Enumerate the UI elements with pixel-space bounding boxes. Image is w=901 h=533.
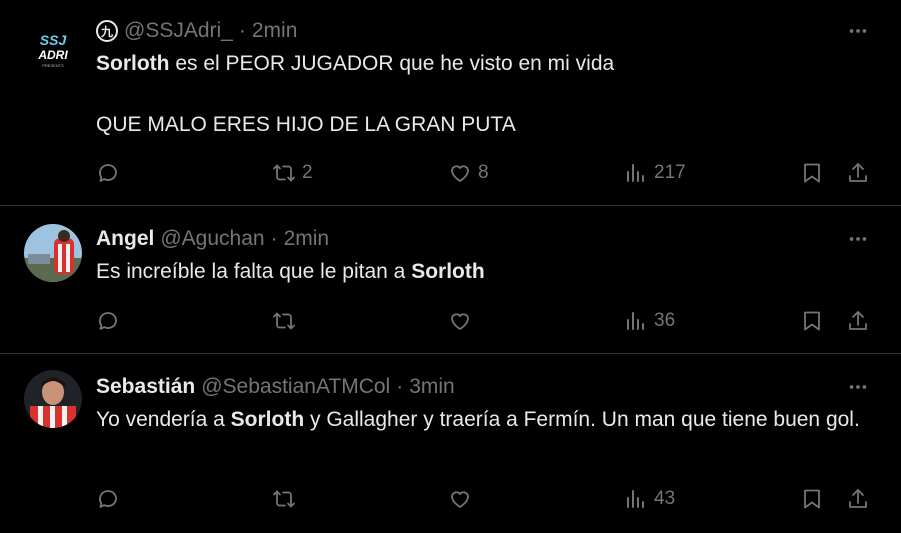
separator: ·	[270, 227, 278, 250]
bookmark-button[interactable]	[800, 484, 824, 514]
tweet-text-segment: y Gallagher y traería a Fermín. Un man q…	[304, 408, 860, 431]
heart-icon	[448, 161, 472, 185]
reply-icon	[96, 161, 120, 185]
retweet-icon	[272, 309, 296, 333]
tweet-actions: 2 8 217	[96, 158, 876, 188]
more-icon[interactable]	[845, 374, 871, 400]
avatar[interactable]: SSJ ADRI PRESENTS	[24, 22, 82, 80]
tweet-text: Es increíble la falta que le pitan a Sor…	[96, 256, 879, 287]
views-icon	[624, 309, 648, 333]
tweet-header: 九 @SSJAdri_ · 2min	[96, 18, 841, 44]
views-count: 43	[654, 488, 676, 509]
share-button[interactable]	[846, 484, 870, 514]
tweet[interactable]: Angel @Aguchan · 2min Es increíble la fa…	[0, 206, 901, 354]
views-icon	[624, 161, 648, 185]
separator: ·	[396, 375, 404, 398]
mention-text: Sorloth	[411, 260, 485, 283]
separator: ·	[238, 19, 246, 42]
retweet-icon	[272, 487, 296, 511]
retweet-button[interactable]: 2	[272, 158, 313, 188]
tweet-header: Sebastián @SebastianATMCol · 3min	[96, 374, 841, 400]
views-button[interactable]: 43	[624, 484, 675, 514]
tweet-text-segment: Yo vendería a	[96, 408, 231, 431]
heart-icon	[448, 309, 472, 333]
bookmark-icon	[800, 487, 824, 511]
user-handle[interactable]: @SSJAdri_	[124, 19, 233, 43]
user-handle[interactable]: @SebastianATMCol	[201, 375, 390, 399]
avatar[interactable]	[24, 370, 82, 428]
display-name[interactable]: Sebastián	[96, 375, 195, 399]
bookmark-icon	[800, 309, 824, 333]
avatar-photo	[24, 224, 82, 282]
share-icon	[846, 309, 870, 333]
share-icon	[846, 487, 870, 511]
bookmark-button[interactable]	[800, 158, 824, 188]
views-button[interactable]: 217	[624, 158, 686, 188]
user-handle[interactable]: @Aguchan	[160, 227, 264, 251]
retweet-icon	[272, 161, 296, 185]
reply-button[interactable]	[96, 484, 120, 514]
ninja-badge-icon[interactable]: 九	[96, 20, 118, 42]
more-icon[interactable]	[845, 226, 871, 252]
timeline-feed: SSJ ADRI PRESENTS 九 @SSJAdri_ · 2min Sor…	[0, 0, 901, 533]
tweet-actions: 43	[96, 484, 876, 514]
tweet-text-segment: Es increíble la falta que le pitan a	[96, 260, 412, 283]
reply-icon	[96, 309, 120, 333]
avatar-logo-image: SSJ ADRI PRESENTS	[24, 22, 82, 80]
heart-icon	[448, 487, 472, 511]
tweet[interactable]: Sebastián @SebastianATMCol · 3min Yo ven…	[0, 354, 901, 533]
views-count: 36	[654, 310, 676, 331]
mention-text: Sorloth	[96, 52, 170, 75]
views-icon	[624, 487, 648, 511]
views-button[interactable]: 36	[624, 306, 675, 336]
tweet-text: Sorloth es el PEOR JUGADOR que he visto …	[96, 48, 879, 140]
like-button[interactable]	[448, 484, 472, 514]
reply-button[interactable]	[96, 158, 120, 188]
share-icon	[846, 161, 870, 185]
reply-icon	[96, 487, 120, 511]
svg-text:ADRI: ADRI	[37, 48, 68, 62]
share-button[interactable]	[846, 158, 870, 188]
like-button[interactable]: 8	[448, 158, 489, 188]
svg-text:SSJ: SSJ	[40, 32, 68, 48]
timestamp[interactable]: 2min	[284, 227, 330, 251]
share-button[interactable]	[846, 306, 870, 336]
more-icon[interactable]	[845, 18, 871, 44]
retweet-button[interactable]	[272, 484, 296, 514]
tweet-text-line: Sorloth es el PEOR JUGADOR que he visto …	[96, 48, 879, 79]
retweet-button[interactable]	[272, 306, 296, 336]
bookmark-icon	[800, 161, 824, 185]
tweet-text-line: QUE MALO ERES HIJO DE LA GRAN PUTA	[96, 113, 516, 136]
svg-text:PRESENTS: PRESENTS	[42, 63, 64, 68]
tweet[interactable]: SSJ ADRI PRESENTS 九 @SSJAdri_ · 2min Sor…	[0, 0, 901, 206]
like-count: 8	[478, 162, 489, 183]
timestamp[interactable]: 2min	[252, 19, 298, 43]
bookmark-button[interactable]	[800, 306, 824, 336]
views-count: 217	[654, 162, 686, 183]
tweet-text-segment: es el PEOR JUGADOR que he visto en mi vi…	[169, 52, 615, 75]
avatar-photo	[24, 370, 82, 428]
retweet-count: 2	[302, 162, 313, 183]
tweet-text: Yo vendería a Sorloth y Gallagher y trae…	[96, 404, 879, 435]
display-name[interactable]: Angel	[96, 227, 154, 251]
tweet-actions: 36	[96, 306, 876, 336]
reply-button[interactable]	[96, 306, 120, 336]
timestamp[interactable]: 3min	[409, 375, 455, 399]
tweet-header: Angel @Aguchan · 2min	[96, 226, 841, 252]
mention-text: Sorloth	[230, 408, 305, 431]
like-button[interactable]	[448, 306, 472, 336]
avatar[interactable]	[24, 224, 82, 282]
